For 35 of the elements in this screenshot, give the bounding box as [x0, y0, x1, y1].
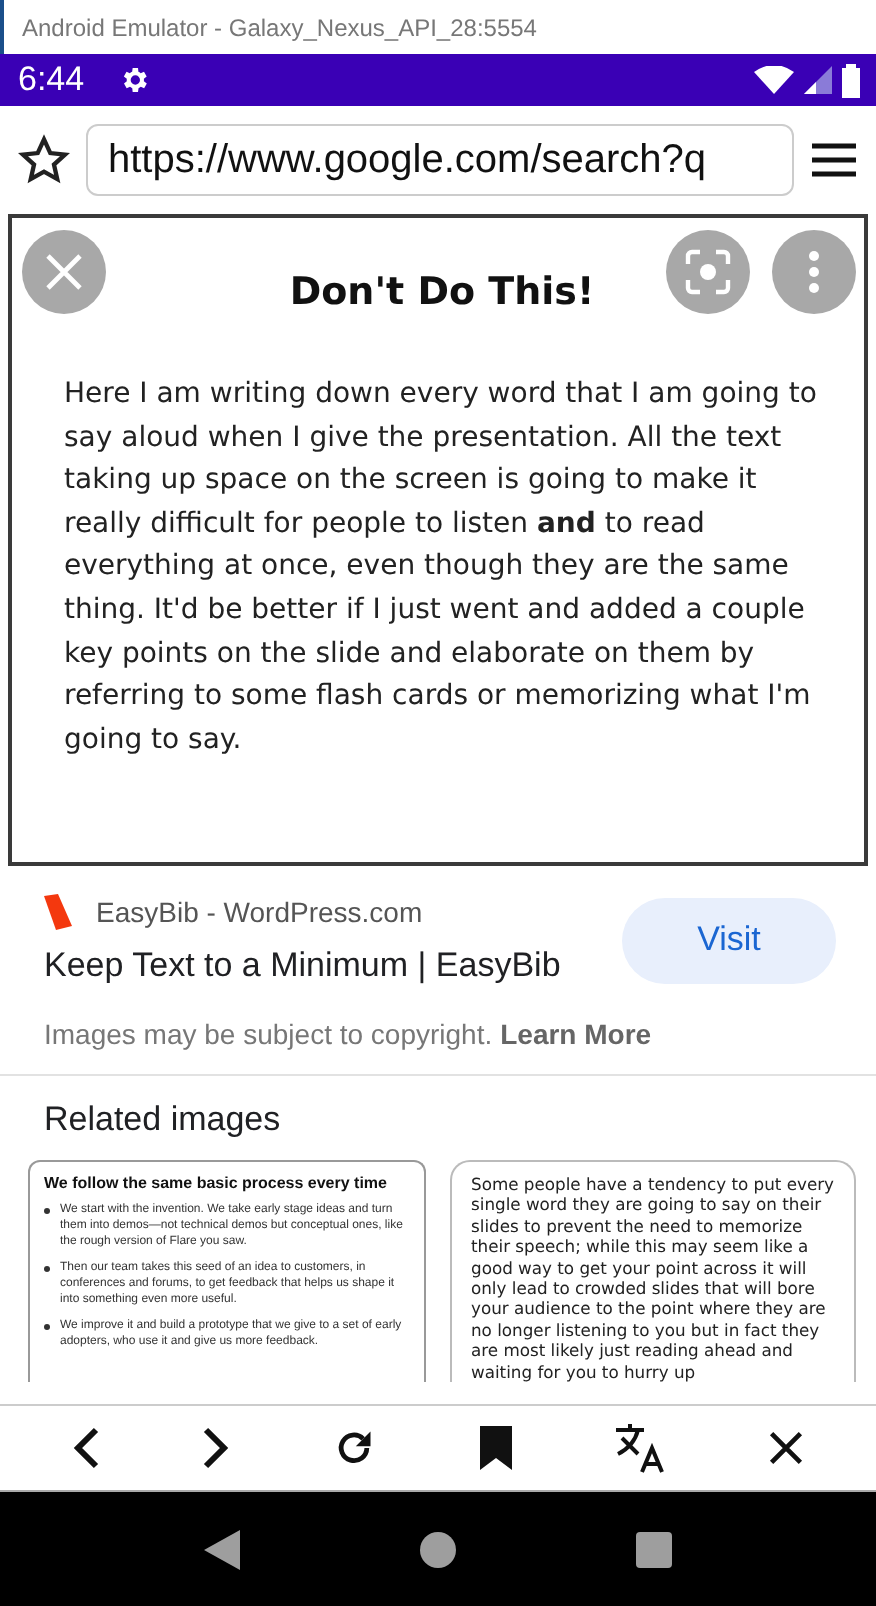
slide-text: Here I am writing down every word that I am going to say aloud when I give the presentation. All the text taking up space on the screen is going to make it really difficult for people to listen and to read everything at once, even though they are the same thing. It'd be better if I just went and added a couple key points on the slide and elaborate on them by referring to some flash cards or memorizing what I'm going to say. [64, 376, 819, 760]
more-icon [808, 250, 820, 294]
result-title[interactable]: Keep Text to a Minimum | EasyBib [44, 946, 622, 986]
wifi-icon [754, 66, 794, 94]
close-icon[interactable] [768, 1430, 805, 1466]
clock-time: 6:44 [18, 60, 85, 100]
source-name: EasyBib - WordPress.com [96, 896, 423, 928]
bullet-icon [44, 1266, 50, 1272]
learn-more-link[interactable]: Learn More [500, 1018, 652, 1050]
lens-icon [684, 248, 732, 296]
bullet-icon [44, 1208, 50, 1214]
copyright-notice: Images may be subject to copyright. [44, 1018, 493, 1050]
back-icon[interactable] [71, 1426, 100, 1470]
slide-title: Don't Do This! [289, 270, 595, 314]
gear-icon [118, 64, 151, 96]
url-field[interactable]: https://www.google.com/search?q [86, 124, 794, 196]
section-heading: Related images [42, 1100, 283, 1140]
battery-icon [842, 63, 860, 97]
window-title: Android Emulator - Galaxy_Nexus_API_28:5554 [22, 13, 537, 41]
signal-icon [804, 66, 832, 94]
star-icon[interactable] [18, 134, 70, 186]
forward-icon[interactable] [201, 1426, 230, 1470]
translate-icon[interactable] [613, 1422, 666, 1474]
back-icon[interactable] [204, 1529, 240, 1569]
visit-button[interactable]: Visit [622, 897, 836, 983]
related-image[interactable] [449, 1160, 856, 1383]
thumbnail-text: Some people have a tendency to put every single word they are going to say on their slides to prevent the need to memorize their speech; while this may seem like a good way to get your point across it will only lead to crowded slides that will bore your audience to the point where they are no longer listening to you but in fact they are most likely just reading ahead and waiting for you to hurry up [471, 1174, 837, 1383]
home-icon[interactable] [420, 1531, 456, 1567]
bullet-icon [44, 1324, 50, 1330]
thumbnail-title: We follow the same basic process every time [44, 1174, 389, 1192]
book-icon [44, 894, 72, 930]
related-image[interactable] [28, 1160, 425, 1383]
close-icon [44, 252, 84, 292]
bookmark-icon[interactable] [479, 1426, 512, 1470]
recents-icon[interactable] [636, 1531, 672, 1567]
